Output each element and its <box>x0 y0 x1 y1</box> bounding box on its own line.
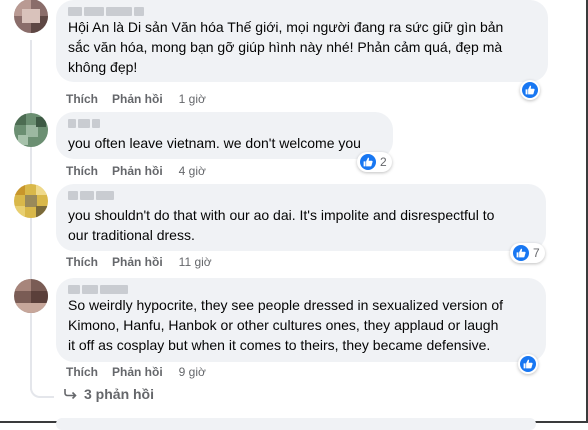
like-button[interactable]: Thích <box>66 92 98 106</box>
timestamp[interactable]: 1 giờ <box>179 92 206 106</box>
comment-actions: Thích Phản hồi 1 giờ <box>66 92 206 106</box>
comment-text: you shouldn't do that with our ao dai. I… <box>68 207 495 243</box>
reply-arrow-icon <box>64 386 84 402</box>
thumbs-up-icon <box>520 356 536 372</box>
reaction-count-badge[interactable]: 7 <box>510 243 545 263</box>
comment-actions: Thích Phản hồi 9 giờ <box>66 365 206 379</box>
reply-button[interactable]: Phản hồi <box>112 92 163 106</box>
comment-text: you often leave vietnam. we don't welcom… <box>68 135 361 151</box>
reaction-count: 2 <box>380 155 387 169</box>
reply-button[interactable]: Phản hồi <box>112 255 163 269</box>
avatar[interactable] <box>14 113 48 147</box>
timestamp[interactable]: 4 giờ <box>179 164 206 178</box>
timestamp[interactable]: 11 giờ <box>179 255 212 269</box>
reaction-count-badge[interactable] <box>520 80 540 100</box>
reaction-count: 7 <box>533 246 540 260</box>
reply-button[interactable]: Phản hồi <box>112 164 163 178</box>
like-button[interactable]: Thích <box>66 365 98 379</box>
thumbs-up-icon <box>522 82 538 98</box>
comment-actions: Thích Phản hồi 4 giờ <box>66 164 206 178</box>
comment-text: Hội An là Di sản Văn hóa Thế giới, mọi n… <box>68 19 504 75</box>
view-replies-label: 3 phản hồi <box>84 386 154 402</box>
reaction-count-badge[interactable]: 2 <box>357 152 392 172</box>
reaction-count-badge[interactable] <box>518 354 538 374</box>
comment-bubble: So weirdly hypocrite, they see people dr… <box>56 278 546 362</box>
next-comment-bubble <box>56 418 536 430</box>
comment-bubble: you shouldn't do that with our ao dai. I… <box>56 184 546 251</box>
author-name[interactable] <box>68 7 144 17</box>
view-replies-button[interactable]: 3 phản hồi <box>64 386 154 402</box>
comment-text: So weirdly hypocrite, they see people dr… <box>68 297 504 353</box>
thumbs-up-icon <box>360 154 376 170</box>
comment-actions: Thích Phản hồi 11 giờ <box>66 255 212 269</box>
avatar[interactable] <box>14 0 48 33</box>
thumbs-up-icon <box>513 245 529 261</box>
author-name[interactable] <box>68 191 114 201</box>
author-name[interactable] <box>68 119 100 129</box>
like-button[interactable]: Thích <box>66 255 98 269</box>
avatar[interactable] <box>14 279 48 313</box>
comment-bubble: Hội An là Di sản Văn hóa Thế giới, mọi n… <box>56 0 548 82</box>
timestamp[interactable]: 9 giờ <box>179 365 206 379</box>
avatar[interactable] <box>14 184 48 218</box>
comment-bubble: you often leave vietnam. we don't welcom… <box>56 112 393 159</box>
author-name[interactable] <box>68 285 128 295</box>
thread-elbow <box>30 380 54 398</box>
like-button[interactable]: Thích <box>66 164 98 178</box>
reply-button[interactable]: Phản hồi <box>112 365 163 379</box>
